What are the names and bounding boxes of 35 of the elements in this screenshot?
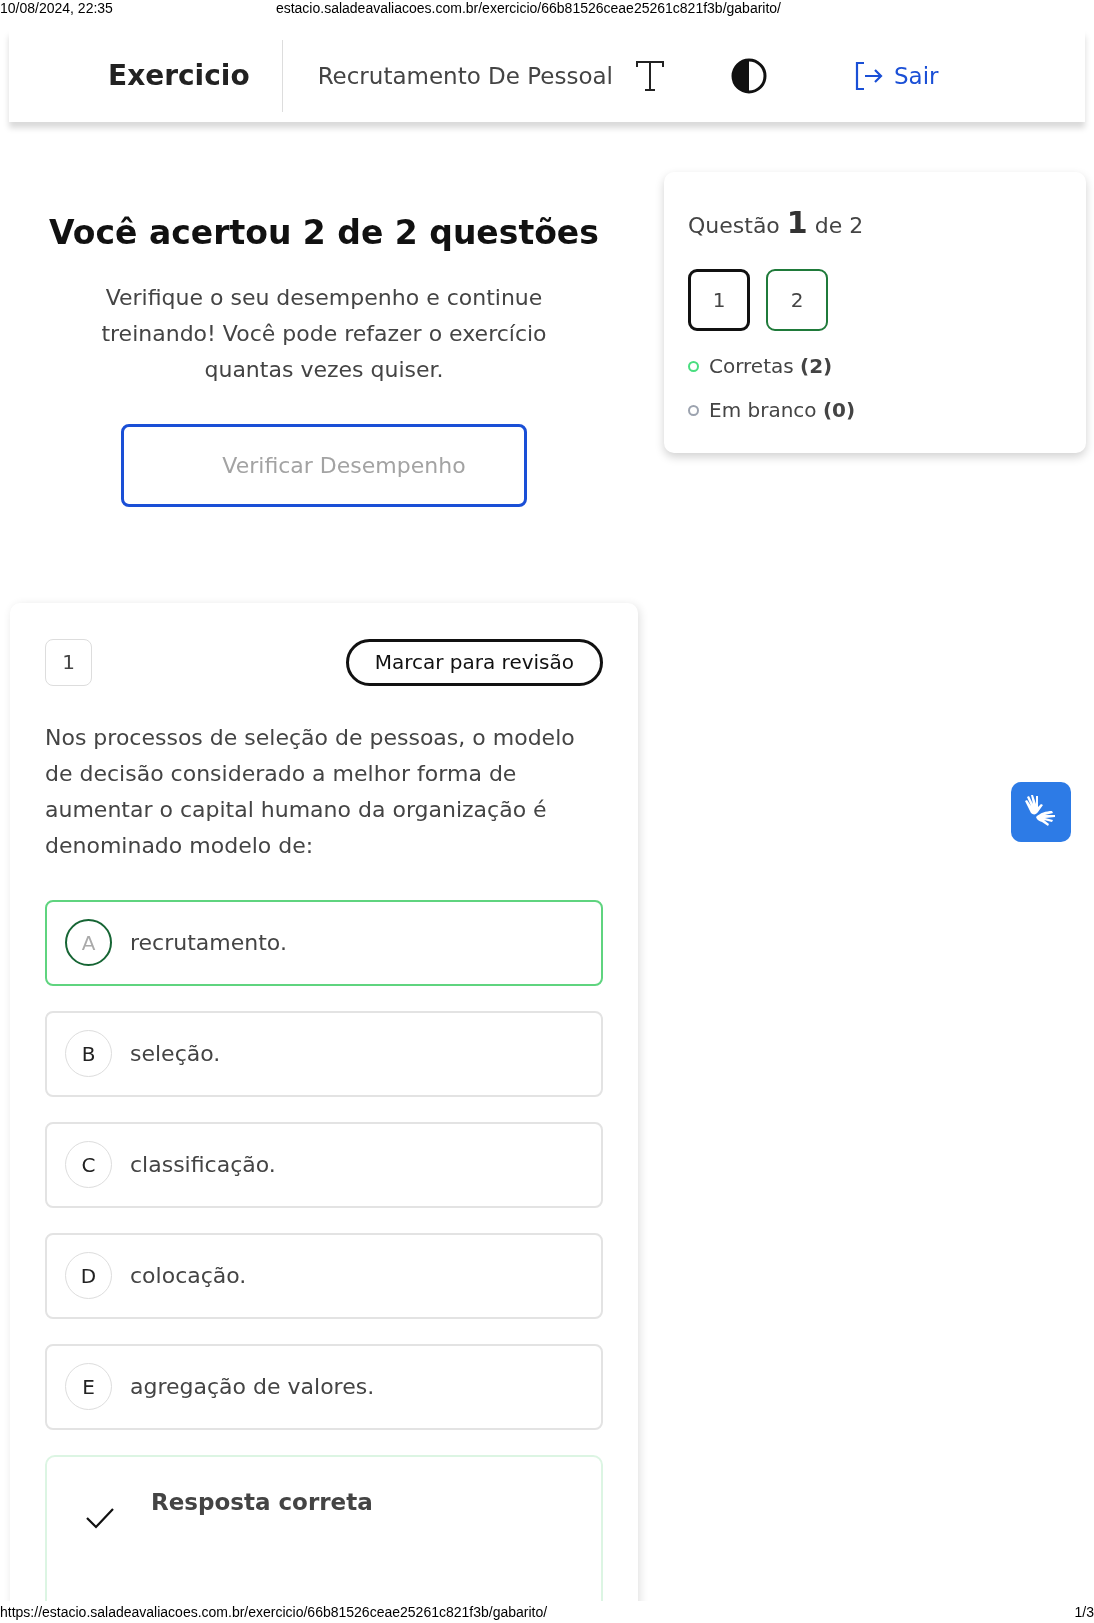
course-title: Recrutamento De Pessoal — [317, 61, 613, 91]
option-text: colocação. — [130, 1262, 247, 1290]
print-url: estacio.saladeavaliacoes.com.br/exercicio/66b81526ceae25261c821f3b/gabarito/ — [275, 1, 781, 15]
result-message: Verifique o seu desempenho e continue treinando! Você pode refazer o exercício quantas vezes quiser. — [100, 283, 548, 384]
answer-option[interactable]: D colocação. — [45, 1232, 603, 1319]
logout-button[interactable]: Sair — [851, 58, 939, 94]
brand-title: Exercicio — [108, 58, 250, 94]
legend-label: Corretas (2) — [709, 353, 833, 380]
answer-option[interactable]: E agregação de valores. — [45, 1343, 603, 1430]
option-text: agregação de valores. — [130, 1373, 375, 1401]
navigator-label: Questão — [688, 212, 780, 240]
feedback-title: Resposta correta — [151, 1487, 373, 1517]
print-date: 10/08/2024, 22:35 — [0, 1, 113, 15]
text-size-icon[interactable] — [634, 60, 665, 92]
answer-option[interactable]: A recrutamento. — [45, 899, 603, 986]
question-tile[interactable]: 2 — [766, 269, 828, 331]
answer-option[interactable]: B seleção. — [45, 1010, 603, 1097]
result-title: Você acertou 2 de 2 questões — [49, 212, 599, 254]
question-number: 1 — [45, 638, 92, 686]
check-icon — [85, 1506, 115, 1529]
option-letter: A — [65, 919, 112, 966]
option-text: recrutamento. — [130, 929, 287, 957]
question-tile[interactable]: 1 — [688, 269, 750, 331]
review-button[interactable]: Marcar para revisão — [345, 638, 603, 686]
sign-language-button[interactable] — [1011, 782, 1071, 842]
contrast-icon[interactable] — [730, 58, 767, 94]
option-text: seleção. — [130, 1040, 221, 1068]
option-text: classificação. — [130, 1151, 276, 1179]
print-footer-url: https://estacio.saladeavaliacoes.com.br/exercicio/66b81526ceae25261c821f3b/gabarito/ — [0, 1602, 548, 1622]
navigator-total: de 2 — [814, 212, 864, 240]
page-number: 1/3 — [1074, 1602, 1094, 1622]
answer-option[interactable]: C classificação. — [45, 1121, 603, 1208]
question-text: Nos processos de seleção de pessoas, o modelo de decisão considerado a melhor forma de aumentar o capital humano da organização é denominado modelo de: — [45, 723, 576, 860]
legend-label: Em branco (0) — [709, 397, 856, 424]
current-question: 1 — [786, 204, 808, 242]
